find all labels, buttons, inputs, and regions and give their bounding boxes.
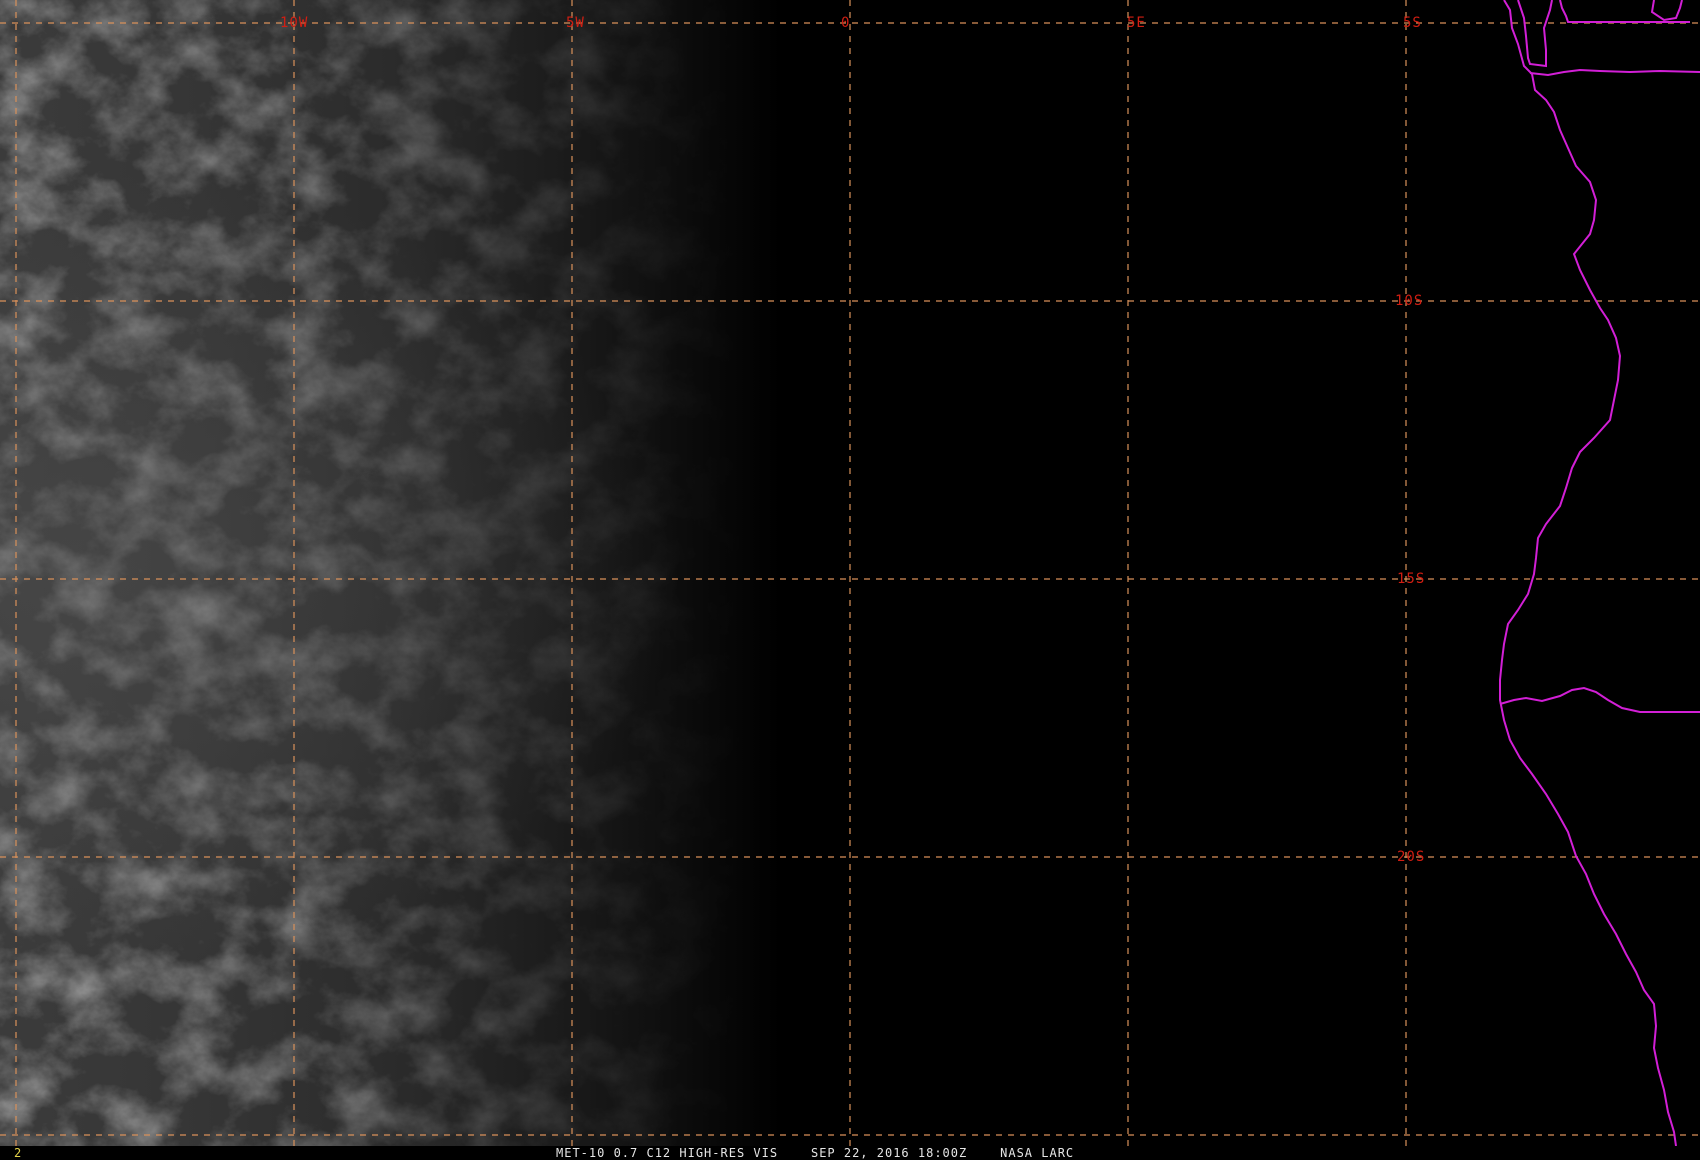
- latitude-label-20s: 20S: [1397, 849, 1425, 865]
- frame-number: 2: [14, 1146, 23, 1160]
- longitude-label-10w: 10W: [280, 15, 308, 31]
- satellite-image-viewer: 10W 5W 0 5E 5S 10S 15S 20S 2 MET-10 0.7 …: [0, 0, 1700, 1160]
- latitude-label-10s: 10S: [1395, 293, 1423, 309]
- map-canvas: 10W 5W 0 5E 5S 10S 15S 20S: [0, 0, 1700, 1146]
- longitude-label-0: 0: [841, 15, 850, 31]
- latitude-label-5s: 5S: [1403, 15, 1422, 31]
- longitude-label-5e: 5E: [1127, 15, 1146, 31]
- latitude-label-15s: 15S: [1397, 571, 1425, 587]
- status-bar: 2 MET-10 0.7 C12 HIGH-RES VIS SEP 22, 20…: [0, 1146, 1700, 1160]
- longitude-label-5w: 5W: [566, 15, 585, 31]
- image-caption: MET-10 0.7 C12 HIGH-RES VIS SEP 22, 2016…: [556, 1146, 1075, 1160]
